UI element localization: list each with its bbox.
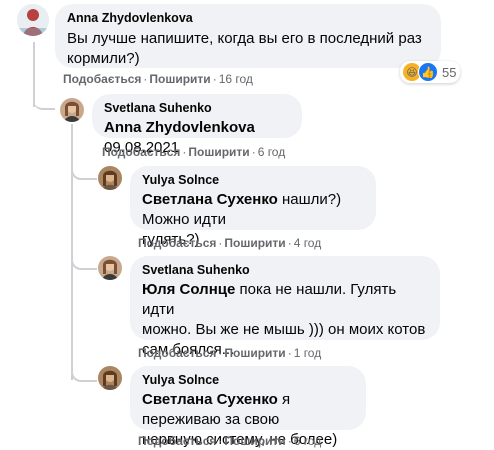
comment-author[interactable]: Anna Zhydovlenkova (67, 10, 429, 26)
comment-time[interactable]: 16 год (219, 72, 253, 86)
profile-photo-icon (98, 166, 122, 190)
comment-time[interactable]: 6 год (294, 434, 322, 448)
thread-elbow-reply2 (71, 168, 97, 180)
comment-time[interactable]: 1 год (294, 346, 322, 360)
comment-text-line: Вы лучше напишите, когда вы его в послед… (67, 30, 422, 47)
like-link[interactable]: Подобається (63, 72, 141, 86)
comment-time[interactable]: 4 год (294, 236, 322, 250)
comment-actions: Подобається · Поширити · 16 год (63, 72, 253, 86)
comment-time[interactable]: 6 год (258, 145, 286, 159)
share-link[interactable]: Поширити (224, 236, 285, 250)
comment-bubble: Anna Zhydovlenkova Вы лучше напишите, ко… (55, 4, 441, 68)
comment-author[interactable]: Svetlana Suhenko (142, 262, 428, 278)
comment-text-line: Светлана Сухенко я переживаю за свою (142, 390, 354, 430)
comment-author[interactable]: Yulya Solnce (142, 172, 364, 188)
profile-photo-icon (60, 98, 84, 122)
comment-text-line: Юля Солнце пока не нашли. Гулять идти (142, 280, 428, 320)
mention-link[interactable]: Юля Солнце (142, 281, 235, 298)
like-link[interactable]: Подобається (138, 346, 216, 360)
comment-actions: Подобається · Поширити · 4 год (138, 236, 322, 250)
comment-actions: Подобається · Поширити · 6 год (138, 434, 322, 448)
avatar[interactable] (98, 366, 122, 390)
comment-text-line: можно. Вы же не мышь ))) он моих котов (142, 321, 426, 338)
comment-bubble: Svetlana Suhenko Юля Солнце пока не нашл… (130, 256, 440, 358)
comment-author[interactable]: Yulya Solnce (142, 372, 354, 388)
like-link[interactable]: Подобається (102, 145, 180, 159)
comment-text-line: кормили?) (67, 50, 140, 67)
profile-photo-icon (17, 4, 49, 36)
share-link[interactable]: Поширити (149, 72, 210, 86)
mention-link[interactable]: Anna Zhydovlenkova (104, 119, 255, 136)
avatar[interactable] (98, 256, 122, 280)
comment-actions: Подобається · Поширити · 6 год (102, 145, 286, 159)
like-reaction-icon: 👍 (418, 62, 438, 82)
profile-photo-icon (98, 366, 122, 390)
comment-actions: Подобається · Поширити · 1 год (138, 346, 322, 360)
comment-text-line: Светлана Сухенко нашли?) Можно идти (142, 190, 364, 230)
mention-link[interactable]: Светлана Сухенко (142, 391, 278, 408)
comment-bubble: Svetlana Suhenko Anna Zhydovlenkova 09.0… (92, 94, 302, 156)
reaction-count: 55 (442, 64, 457, 80)
avatar[interactable] (60, 98, 84, 122)
avatar[interactable] (98, 166, 122, 190)
profile-photo-icon (98, 256, 122, 280)
thread-elbow-reply4 (71, 368, 97, 382)
like-link[interactable]: Подобається (138, 236, 216, 250)
mention-link[interactable]: Светлана Сухенко (142, 191, 278, 208)
comment-bubble: Yulya Solnce Светлана Сухенко я пережива… (130, 366, 366, 448)
share-link[interactable]: Поширити (224, 346, 285, 360)
thread-elbow-reply3 (71, 258, 97, 270)
comment-author[interactable]: Svetlana Suhenko (104, 100, 290, 116)
thread-elbow-reply1 (33, 90, 55, 110)
comment-bubble: Yulya Solnce Светлана Сухенко нашли?) Мо… (130, 166, 376, 248)
thread-line-reply1 (71, 124, 73, 380)
share-link[interactable]: Поширити (224, 434, 285, 448)
share-link[interactable]: Поширити (188, 145, 249, 159)
reaction-summary[interactable]: 😆 👍 55 (400, 61, 461, 83)
like-link[interactable]: Подобається (138, 434, 216, 448)
avatar[interactable] (17, 4, 49, 36)
